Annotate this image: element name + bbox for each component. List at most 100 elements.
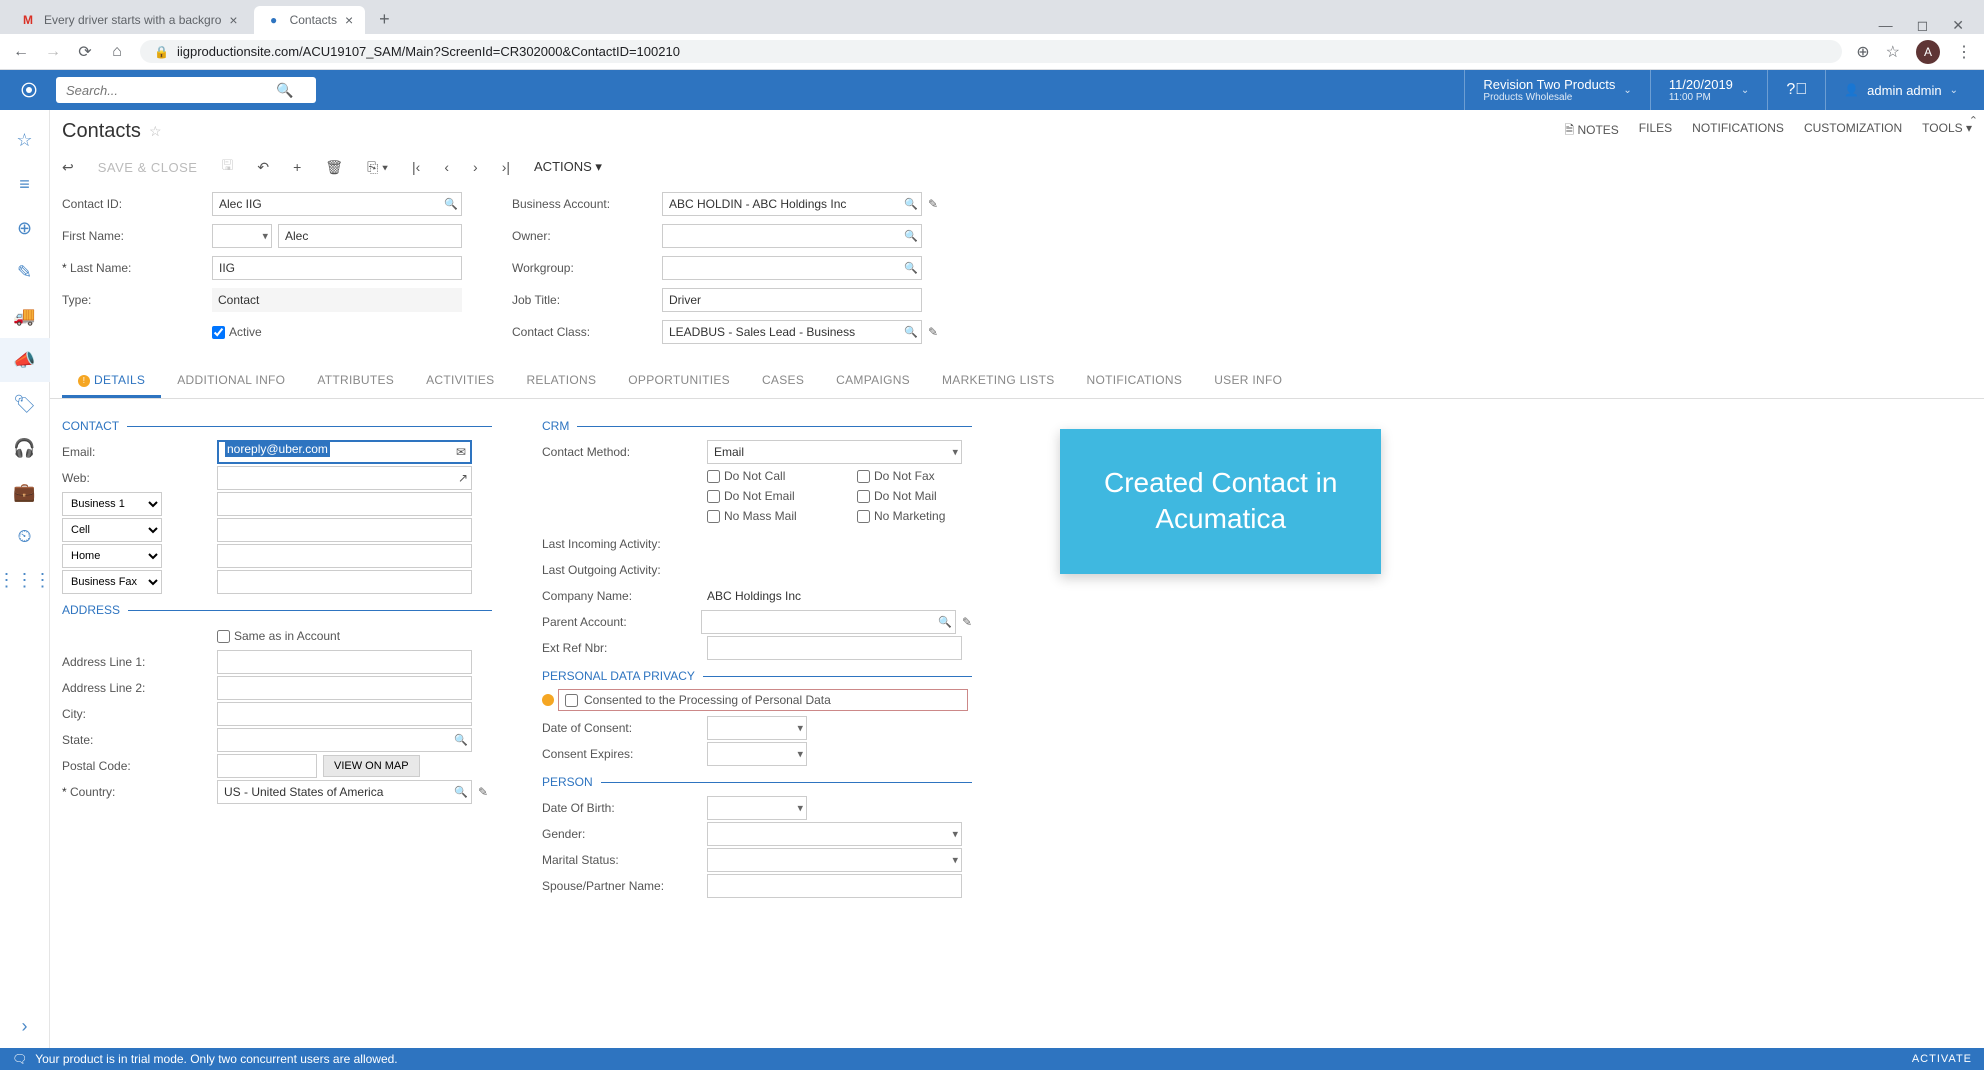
fax-input[interactable] bbox=[217, 570, 472, 594]
search-icon[interactable]: 🔍 bbox=[276, 82, 301, 99]
company-selector[interactable]: Revision Two Products Products Wholesale… bbox=[1464, 70, 1649, 110]
postal-code-input[interactable] bbox=[217, 754, 317, 778]
tab-user-info[interactable]: USER INFO bbox=[1198, 365, 1298, 398]
phone-type-1[interactable]: Business 1 bbox=[62, 492, 162, 516]
zoom-icon[interactable]: ⊕ bbox=[1856, 42, 1869, 62]
notes-link[interactable]: 🗎 NOTES bbox=[1564, 121, 1618, 142]
tab-attributes[interactable]: ATTRIBUTES bbox=[301, 365, 410, 398]
email-input[interactable]: noreply@uber.com ✉ bbox=[217, 440, 472, 464]
do-not-fax-checkbox[interactable]: Do Not Fax bbox=[857, 469, 977, 483]
url-bar[interactable]: 🔒 iigproductionsite.com/ACU19107_SAM/Mai… bbox=[140, 40, 1842, 63]
next-record-icon[interactable]: › bbox=[473, 159, 478, 175]
global-search[interactable]: 🔍 bbox=[56, 77, 316, 103]
view-on-map-button[interactable]: VIEW ON MAP bbox=[323, 755, 420, 777]
tab-opportunities[interactable]: OPPORTUNITIES bbox=[612, 365, 746, 398]
reload-button[interactable]: ⟳ bbox=[76, 42, 94, 62]
business-account-input[interactable] bbox=[662, 192, 922, 216]
pencil-icon[interactable]: ✎ bbox=[962, 615, 972, 629]
city-input[interactable] bbox=[217, 702, 472, 726]
dob-input[interactable] bbox=[707, 796, 807, 820]
dashboard-icon[interactable]: ⏲ bbox=[0, 514, 50, 558]
title-prefix-input[interactable] bbox=[212, 224, 272, 248]
new-tab-button[interactable]: + bbox=[369, 5, 400, 34]
tab-details[interactable]: !DETAILS bbox=[62, 365, 161, 398]
date-of-consent-input[interactable] bbox=[707, 716, 807, 740]
contact-method-select[interactable] bbox=[707, 440, 962, 464]
tab-activities[interactable]: ACTIVITIES bbox=[410, 365, 510, 398]
tab-additional-info[interactable]: ADDITIONAL INFO bbox=[161, 365, 301, 398]
mail-icon[interactable]: ✉ bbox=[456, 445, 466, 459]
no-mass-mail-checkbox[interactable]: No Mass Mail bbox=[707, 509, 847, 523]
copy-icon[interactable]: ⎘ ▾ bbox=[367, 159, 388, 176]
browser-tab-gmail[interactable]: M Every driver starts with a backgro × bbox=[8, 6, 250, 34]
tab-notifications[interactable]: NOTIFICATIONS bbox=[1071, 365, 1199, 398]
projects-icon[interactable]: 💼 bbox=[0, 470, 50, 514]
phone-type-3[interactable]: Home bbox=[62, 544, 162, 568]
marital-select[interactable] bbox=[707, 848, 962, 872]
expand-rail-icon[interactable]: › bbox=[0, 1004, 50, 1048]
tab-cases[interactable]: CASES bbox=[746, 365, 820, 398]
help-button[interactable]: ?⃝ bbox=[1767, 70, 1825, 110]
phone-type-4[interactable]: Business Fax bbox=[62, 570, 162, 594]
prev-record-icon[interactable]: ‹ bbox=[444, 159, 449, 175]
first-name-input[interactable] bbox=[278, 224, 462, 248]
save-icon[interactable]: 🖫 bbox=[221, 155, 233, 179]
back-button[interactable]: ← bbox=[12, 43, 30, 61]
active-checkbox[interactable]: Active bbox=[212, 325, 262, 339]
shipments-icon[interactable]: 🚚 bbox=[0, 294, 50, 338]
add-icon[interactable]: ⊕ bbox=[0, 206, 50, 250]
parent-account-input[interactable] bbox=[701, 610, 956, 634]
job-title-input[interactable] bbox=[662, 288, 922, 312]
last-name-input[interactable] bbox=[212, 256, 462, 280]
notifications-link[interactable]: NOTIFICATIONS bbox=[1692, 121, 1784, 142]
actions-menu[interactable]: ACTIONS ▾ bbox=[534, 159, 602, 175]
data-views-icon[interactable]: ≡ bbox=[0, 162, 50, 206]
add-new-icon[interactable]: + bbox=[293, 159, 301, 175]
consent-checkbox-row[interactable]: Consented to the Processing of Personal … bbox=[558, 689, 968, 711]
scroll-up-icon[interactable]: ⌃ bbox=[1969, 114, 1978, 127]
phone-1-input[interactable] bbox=[217, 492, 472, 516]
close-icon[interactable]: × bbox=[345, 12, 353, 28]
tab-relations[interactable]: RELATIONS bbox=[510, 365, 612, 398]
browser-tab-contacts[interactable]: ● Contacts × bbox=[254, 6, 366, 34]
tools-menu[interactable]: TOOLS ▾ bbox=[1922, 121, 1972, 142]
no-marketing-checkbox[interactable]: No Marketing bbox=[857, 509, 977, 523]
save-close-button[interactable]: SAVE & CLOSE bbox=[98, 160, 198, 175]
forward-button[interactable]: → bbox=[44, 43, 62, 61]
do-not-email-checkbox[interactable]: Do Not Email bbox=[707, 489, 847, 503]
workgroup-input[interactable] bbox=[662, 256, 922, 280]
country-input[interactable] bbox=[217, 780, 472, 804]
do-not-mail-checkbox[interactable]: Do Not Mail bbox=[857, 489, 977, 503]
pencil-icon[interactable]: ✎ bbox=[928, 197, 938, 211]
same-as-account-checkbox[interactable]: Same as in Account bbox=[217, 629, 340, 643]
web-input[interactable] bbox=[217, 466, 472, 490]
ext-ref-input[interactable] bbox=[707, 636, 962, 660]
last-record-icon[interactable]: ›| bbox=[502, 159, 510, 175]
edit-icon[interactable]: ✎ bbox=[0, 250, 50, 294]
maximize-icon[interactable]: ◻ bbox=[1917, 17, 1929, 34]
favorites-icon[interactable]: ☆ bbox=[0, 118, 50, 162]
menu-icon[interactable]: ⋮ bbox=[1956, 42, 1972, 62]
favorite-star-icon[interactable]: ☆ bbox=[149, 123, 162, 140]
support-icon[interactable]: 🎧 bbox=[0, 426, 50, 470]
address-line-2-input[interactable] bbox=[217, 676, 472, 700]
spouse-input[interactable] bbox=[707, 874, 962, 898]
contact-class-input[interactable] bbox=[662, 320, 922, 344]
profile-avatar[interactable]: A bbox=[1916, 40, 1940, 64]
back-arrow-icon[interactable]: ↩ bbox=[62, 159, 74, 176]
gender-select[interactable] bbox=[707, 822, 962, 846]
external-link-icon[interactable]: ↗ bbox=[458, 471, 468, 485]
search-input[interactable] bbox=[56, 83, 276, 98]
phone-type-2[interactable]: Cell bbox=[62, 518, 162, 542]
customization-link[interactable]: CUSTOMIZATION bbox=[1804, 121, 1902, 142]
phone-2-input[interactable] bbox=[217, 518, 472, 542]
owner-input[interactable] bbox=[662, 224, 922, 248]
first-record-icon[interactable]: |‹ bbox=[412, 159, 420, 175]
pencil-icon[interactable]: ✎ bbox=[478, 785, 488, 799]
delete-icon[interactable]: 🗑 bbox=[325, 159, 343, 176]
bookmark-star-icon[interactable]: ☆ bbox=[1886, 42, 1900, 62]
do-not-call-checkbox[interactable]: Do Not Call bbox=[707, 469, 847, 483]
user-menu[interactable]: 👤 admin admin ⌄ bbox=[1825, 70, 1976, 110]
state-input[interactable] bbox=[217, 728, 472, 752]
tab-marketing-lists[interactable]: MARKETING LISTS bbox=[926, 365, 1071, 398]
